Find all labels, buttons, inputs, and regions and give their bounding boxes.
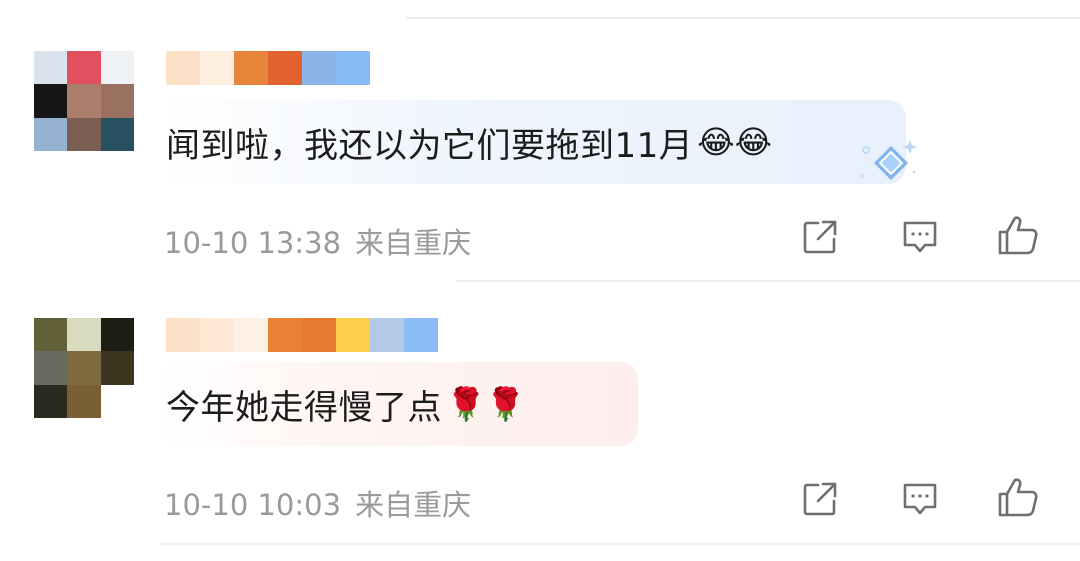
avatar-tile bbox=[100, 384, 134, 418]
avatar-tile bbox=[34, 117, 68, 151]
bottom-divider bbox=[160, 543, 1080, 545]
avatar-tile bbox=[100, 318, 134, 352]
avatar-tile bbox=[34, 384, 68, 418]
avatar-tile bbox=[67, 84, 101, 118]
comment-location: 来自重庆 bbox=[355, 488, 472, 522]
comment-bubble: 闻到啦，我还以为它们要拖到11月 😂😂 bbox=[160, 100, 906, 184]
username-tile bbox=[200, 318, 234, 352]
comment-text: 闻到啦，我还以为它们要拖到11月 bbox=[166, 125, 694, 166]
username-tile bbox=[200, 51, 234, 85]
avatar-tile bbox=[67, 384, 101, 418]
avatar[interactable] bbox=[34, 318, 134, 418]
share-icon bbox=[803, 220, 837, 254]
avatar-tile bbox=[67, 117, 101, 151]
avatar-tile bbox=[100, 117, 134, 151]
avatar-tile bbox=[100, 351, 134, 385]
comment-divider bbox=[456, 280, 1080, 282]
username-tile bbox=[166, 51, 200, 85]
like-button[interactable] bbox=[996, 475, 1040, 519]
username-tile bbox=[404, 318, 438, 352]
avatar-tile bbox=[34, 351, 68, 385]
avatar-tile bbox=[34, 51, 68, 85]
comment-icon bbox=[903, 483, 937, 515]
username-tile bbox=[166, 318, 200, 352]
comment-text: 今年她走得慢了点 bbox=[166, 387, 442, 428]
reply-button[interactable] bbox=[898, 215, 942, 259]
username-tile bbox=[234, 51, 268, 85]
username-tile bbox=[336, 51, 370, 85]
thumbs-up-icon bbox=[998, 216, 1038, 255]
share-icon bbox=[803, 482, 837, 516]
avatar-tile bbox=[100, 84, 134, 118]
comment-icon bbox=[903, 221, 937, 253]
username-redacted[interactable] bbox=[166, 51, 370, 85]
comment-meta: 10-10 10:03 来自重庆 bbox=[164, 482, 471, 524]
diamond-badge-icon bbox=[860, 140, 917, 180]
share-button[interactable] bbox=[798, 477, 842, 521]
laughing-emoji: 😂😂 bbox=[697, 123, 773, 161]
avatar[interactable] bbox=[34, 51, 134, 151]
username-tile bbox=[302, 318, 336, 352]
username-redacted[interactable] bbox=[166, 318, 438, 352]
top-divider bbox=[406, 17, 1080, 19]
avatar-tile bbox=[67, 318, 101, 352]
avatar-tile bbox=[67, 51, 101, 85]
avatar-tile bbox=[34, 318, 68, 352]
username-tile bbox=[234, 318, 268, 352]
avatar-tile bbox=[67, 351, 101, 385]
username-tile bbox=[268, 318, 302, 352]
reply-button[interactable] bbox=[898, 477, 942, 521]
comment-time: 10-10 10:03 bbox=[164, 488, 342, 522]
like-button[interactable] bbox=[996, 213, 1040, 257]
username-tile bbox=[336, 318, 370, 352]
username-tile bbox=[302, 51, 336, 85]
avatar-tile bbox=[34, 84, 68, 118]
thumbs-up-icon bbox=[998, 478, 1038, 517]
username-tile bbox=[268, 51, 302, 85]
rose-emoji: 🌹🌹 bbox=[446, 385, 526, 423]
comment-location: 来自重庆 bbox=[355, 226, 472, 260]
comment-time: 10-10 13:38 bbox=[164, 226, 342, 260]
share-button[interactable] bbox=[798, 215, 842, 259]
username-tile bbox=[370, 318, 404, 352]
avatar-tile bbox=[100, 51, 134, 85]
comment-meta: 10-10 13:38 来自重庆 bbox=[164, 220, 471, 262]
comment-bubble: 今年她走得慢了点 🌹🌹 bbox=[160, 362, 638, 446]
comment-list: 闻到啦，我还以为它们要拖到11月 😂😂 10-10 13:38 来自重庆 今年她… bbox=[0, 0, 1080, 561]
